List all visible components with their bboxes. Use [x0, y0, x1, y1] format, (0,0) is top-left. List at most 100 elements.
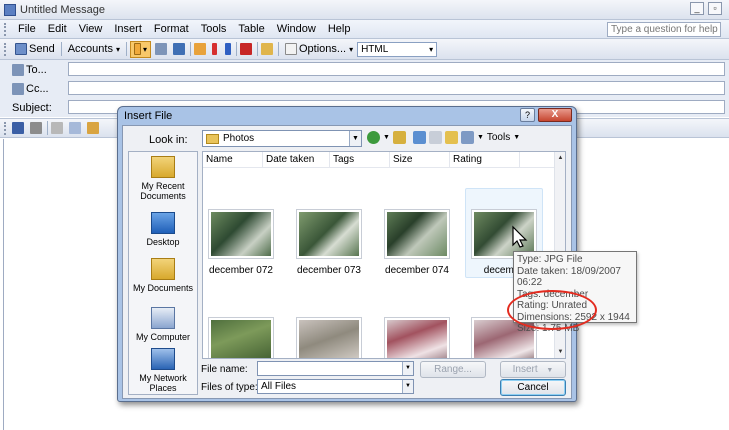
print-icon[interactable] — [30, 122, 42, 134]
menu-file[interactable]: File — [12, 23, 42, 35]
my-documents-icon — [151, 258, 175, 280]
file-list[interactable]: Name Date taken Tags Size Rating ▲ ▼ dec… — [202, 151, 566, 359]
look-in-select[interactable]: Photos ▼ — [202, 130, 362, 147]
chevron-down-icon[interactable]: ▼ — [383, 134, 390, 141]
options-button[interactable]: Options... — [282, 41, 349, 58]
file-thumbnail[interactable] — [296, 317, 362, 358]
place-my-computer[interactable]: My Computer — [129, 307, 197, 342]
help-button[interactable]: ? — [520, 108, 535, 122]
cut-icon[interactable] — [51, 122, 63, 134]
paste-icon[interactable] — [87, 122, 99, 134]
column-tags[interactable]: Tags — [330, 152, 390, 167]
save-icon[interactable] — [12, 122, 24, 134]
chevron-down-icon: ▼ — [349, 131, 361, 146]
tools-menu[interactable]: Tools — [487, 132, 510, 143]
search-web-icon[interactable] — [412, 131, 426, 144]
delete-icon[interactable] — [428, 131, 442, 144]
flag-icon[interactable] — [239, 43, 252, 55]
file-thumbnail[interactable] — [384, 209, 450, 259]
up-folder-icon[interactable] — [392, 131, 406, 144]
chevron-down-icon[interactable]: ▼ — [477, 134, 484, 141]
place-desktop[interactable]: Desktop — [129, 212, 197, 247]
new-folder-icon[interactable] — [444, 131, 458, 144]
dialog-body: Look in: Photos ▼ ▼ ▼ Tools ▼ My Recent … — [122, 125, 572, 399]
place-recent-documents[interactable]: My Recent Documents — [129, 156, 197, 201]
toolbar-separator — [189, 42, 191, 56]
message-icon — [4, 3, 16, 16]
ask-question-input[interactable]: Type a question for help — [607, 22, 721, 37]
place-network[interactable]: My Network Places — [129, 348, 197, 393]
window-titlebar: Untitled Message _ ▫ — [0, 0, 729, 20]
close-button[interactable]: X — [538, 108, 572, 122]
column-header-row: Name Date taken Tags Size Rating — [203, 152, 556, 168]
dialog-title: Insert File — [124, 110, 173, 122]
photo-thumbnail-image — [211, 212, 271, 256]
to-field[interactable] — [68, 62, 725, 76]
copy-icon[interactable] — [69, 122, 81, 134]
restore-button[interactable]: ▫ — [708, 2, 722, 15]
menu-tools[interactable]: Tools — [195, 23, 233, 35]
range-button[interactable]: Range... — [420, 361, 486, 378]
file-name-label[interactable]: december 073 — [284, 265, 374, 276]
menu-help[interactable]: Help — [322, 23, 357, 35]
place-label: My Recent Documents — [140, 181, 186, 201]
send-button[interactable]: Send — [12, 41, 58, 58]
back-icon[interactable] — [367, 131, 380, 144]
file-name-label[interactable]: december 072 — [203, 265, 286, 276]
cancel-button[interactable]: Cancel — [500, 379, 566, 396]
photo-thumbnail-image — [387, 320, 447, 358]
chevron-down-icon: ▾ — [142, 44, 147, 54]
menu-view[interactable]: View — [73, 23, 109, 35]
send-icon — [15, 43, 27, 55]
insert-button[interactable]: Insert ▼ — [500, 361, 566, 378]
column-size[interactable]: Size — [390, 152, 450, 167]
folder-icon — [206, 133, 219, 144]
menubar-grip — [4, 22, 8, 36]
menu-insert[interactable]: Insert — [108, 23, 148, 35]
chevron-down-icon[interactable]: ▾ — [349, 45, 353, 54]
column-rating[interactable]: Rating — [450, 152, 520, 167]
toolbar-separator — [235, 42, 237, 56]
menu-format[interactable]: Format — [148, 23, 195, 35]
cc-button[interactable]: Cc... — [0, 82, 66, 95]
file-name-label[interactable]: december 074 — [372, 265, 462, 276]
toolbar-grip — [4, 42, 8, 56]
cc-row: Cc... — [0, 79, 729, 98]
file-type-select[interactable]: All Files ▼ — [257, 379, 414, 394]
address-book-icon[interactable] — [154, 43, 167, 55]
chevron-down-icon[interactable]: ▼ — [513, 134, 520, 141]
column-name[interactable]: Name — [203, 152, 263, 167]
envelope-icon[interactable] — [260, 43, 273, 55]
file-thumbnail[interactable] — [384, 317, 450, 358]
file-thumbnail[interactable] — [296, 209, 362, 259]
chevron-down-icon[interactable]: ▼ — [402, 362, 413, 375]
message-format-select[interactable]: HTML ▾ — [357, 41, 438, 57]
photo-thumbnail-image — [211, 320, 271, 358]
file-name-field[interactable]: ▼ — [257, 361, 414, 376]
high-importance-icon[interactable] — [211, 43, 217, 55]
minimize-button[interactable]: _ — [690, 2, 704, 15]
column-date-taken[interactable]: Date taken — [263, 152, 330, 167]
scroll-up-icon[interactable]: ▲ — [555, 152, 565, 164]
check-names-icon[interactable] — [172, 43, 185, 55]
menu-edit[interactable]: Edit — [42, 23, 73, 35]
menu-window[interactable]: Window — [271, 23, 322, 35]
views-icon[interactable] — [460, 131, 474, 144]
look-in-label: Look in: — [149, 134, 188, 146]
insert-file-button[interactable]: ▾ — [129, 40, 151, 58]
insert-file-dialog: Insert File ? X Look in: Photos ▼ ▼ ▼ To… — [117, 106, 577, 402]
insert-item-icon[interactable] — [193, 43, 206, 55]
low-importance-icon[interactable] — [224, 43, 231, 55]
toolbar-separator — [256, 42, 258, 56]
cc-field[interactable] — [68, 81, 725, 95]
file-thumbnail[interactable] — [208, 209, 274, 259]
paperclip-icon — [133, 43, 141, 55]
place-my-documents[interactable]: My Documents — [129, 258, 197, 293]
tooltip-type: Type: JPG File — [517, 254, 583, 265]
scroll-down-icon[interactable]: ▼ — [555, 346, 565, 358]
to-label: To... — [26, 63, 47, 76]
menu-table[interactable]: Table — [232, 23, 270, 35]
to-button[interactable]: To... — [0, 63, 66, 76]
file-thumbnail[interactable] — [208, 317, 274, 358]
accounts-button[interactable]: Accounts ▾ — [65, 41, 123, 58]
